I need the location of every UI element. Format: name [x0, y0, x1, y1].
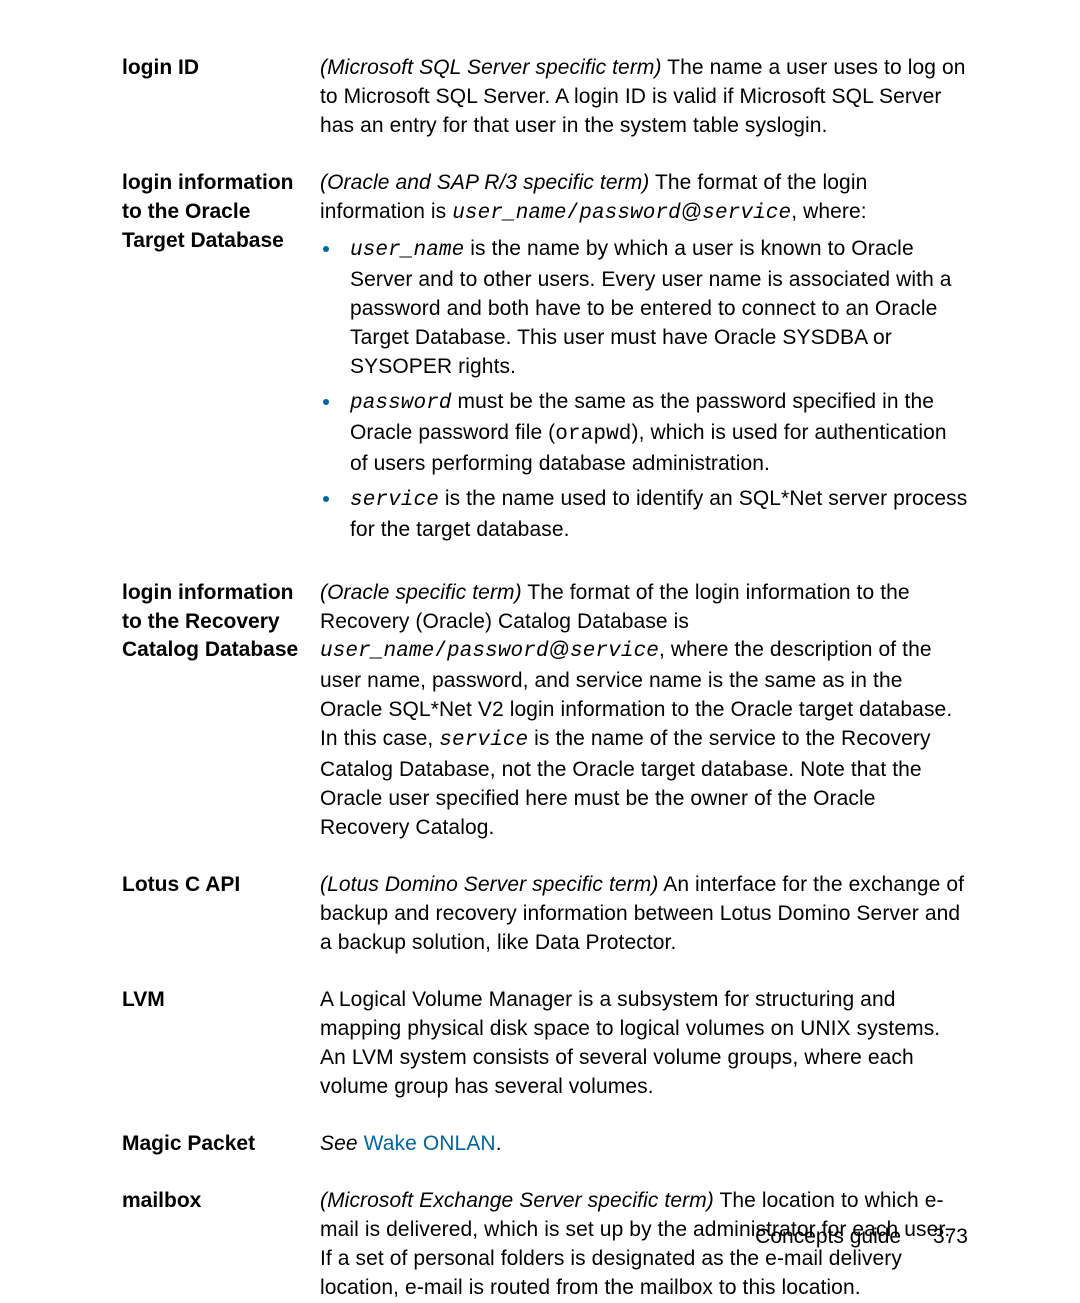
see-label: See: [320, 1132, 358, 1155]
term-line-1: login information: [122, 581, 293, 604]
mono-at: @: [549, 638, 570, 661]
def-prefix: (Microsoft Exchange Server specific term…: [320, 1189, 714, 1212]
def-prefix: (Oracle specific term): [320, 581, 522, 604]
def-tail: , where:: [791, 200, 867, 223]
entry-lotus-c-api: Lotus C API (Lotus Domino Server specifi…: [122, 871, 968, 958]
bullet-list: user_name is the name by which a user is…: [320, 235, 968, 545]
dot: .: [496, 1132, 502, 1155]
bullet-text: is the name used to identify an SQL*Net …: [350, 487, 967, 541]
page-number: 373: [933, 1225, 968, 1248]
mono-password: password: [579, 202, 681, 225]
footer-text: Concepts guide: [755, 1225, 901, 1248]
entry-login-id: login ID (Microsoft SQL Server specific …: [122, 54, 968, 141]
term: login ID: [122, 54, 320, 83]
def-prefix: (Microsoft SQL Server specific term): [320, 56, 662, 79]
mono-user-name: user_name: [320, 640, 434, 663]
term-line-1: login information: [122, 171, 293, 194]
definition: (Microsoft SQL Server specific term) The…: [320, 54, 968, 141]
bullet-3: service is the name used to identify an …: [342, 485, 968, 545]
definition: See Wake ONLAN.: [320, 1130, 968, 1159]
definition: A Logical Volume Manager is a subsystem …: [320, 986, 968, 1102]
mono-user-name: user_name: [350, 239, 464, 262]
term-line-3: Catalog Database: [122, 638, 298, 661]
term-line-3: Target Database: [122, 229, 284, 252]
term: login information to the Recovery Catalo…: [122, 579, 320, 666]
wake-onlan-link[interactable]: Wake ONLAN: [364, 1132, 496, 1155]
entry-login-recovery-catalog: login information to the Recovery Catalo…: [122, 579, 968, 844]
mono-service: service: [350, 489, 439, 512]
mono-service: service: [702, 202, 791, 225]
definition: (Oracle and SAP R/3 specific term) The f…: [320, 169, 968, 551]
def-prefix: (Lotus Domino Server specific term): [320, 873, 658, 896]
term: mailbox: [122, 1187, 320, 1216]
term-text: LVM: [122, 988, 165, 1011]
bullet-1: user_name is the name by which a user is…: [342, 235, 968, 382]
term-text: Magic Packet: [122, 1132, 255, 1155]
term-text: login ID: [122, 56, 199, 79]
entry-login-oracle-target: login information to the Oracle Target D…: [122, 169, 968, 551]
term: Magic Packet: [122, 1130, 320, 1159]
mono-service-2: service: [439, 729, 528, 752]
mono-user-name: user_name: [452, 202, 566, 225]
mono-slash: /: [567, 202, 580, 225]
definition: (Lotus Domino Server specific term) An i…: [320, 871, 968, 958]
def-prefix: (Oracle and SAP R/3 specific term): [320, 171, 649, 194]
term-text: Lotus C API: [122, 873, 240, 896]
mono-password: password: [447, 640, 549, 663]
term: Lotus C API: [122, 871, 320, 900]
term: LVM: [122, 986, 320, 1015]
term: login information to the Oracle Target D…: [122, 169, 320, 256]
definition: (Oracle specific term) The format of the…: [320, 579, 968, 844]
mono-orapwd: orapwd: [555, 423, 631, 446]
bullet-2: password must be the same as the passwor…: [342, 388, 968, 479]
def-text: A Logical Volume Manager is a subsystem …: [320, 986, 968, 1102]
mono-at: @: [681, 200, 702, 223]
mono-slash: /: [434, 640, 447, 663]
mono-service: service: [570, 640, 659, 663]
glossary-page: login ID (Microsoft SQL Server specific …: [0, 0, 1080, 1296]
term-line-2: to the Oracle: [122, 200, 250, 223]
term-text: mailbox: [122, 1189, 201, 1212]
term-line-2: to the Recovery: [122, 610, 280, 633]
entry-lvm: LVM A Logical Volume Manager is a subsys…: [122, 986, 968, 1102]
mono-password: password: [350, 392, 452, 415]
entry-magic-packet: Magic Packet See Wake ONLAN.: [122, 1130, 968, 1159]
page-footer: Concepts guide 373: [755, 1223, 968, 1252]
